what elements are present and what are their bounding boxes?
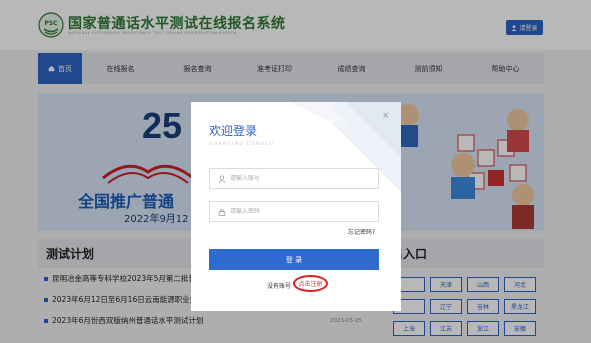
register-link[interactable]: 点击注册 (293, 275, 328, 292)
username-field[interactable] (209, 168, 379, 189)
forgot-password-link[interactable]: 忘记密码? (348, 227, 375, 236)
modal-subtitle: HUANYING DENGLU (209, 142, 275, 147)
password-input[interactable] (230, 208, 370, 215)
user-icon (218, 174, 226, 183)
login-modal: 欢迎登录 HUANYING DENGLU × 忘记密码? 登 录 没有账号 点击… (191, 102, 401, 311)
modal-title: 欢迎登录 (209, 124, 258, 138)
close-icon[interactable]: × (382, 111, 390, 121)
login-submit-button[interactable]: 登 录 (209, 249, 379, 270)
password-field[interactable] (209, 201, 379, 222)
username-input[interactable] (230, 175, 370, 182)
lock-icon (218, 208, 226, 216)
no-account-label: 没有账号 (267, 283, 292, 290)
